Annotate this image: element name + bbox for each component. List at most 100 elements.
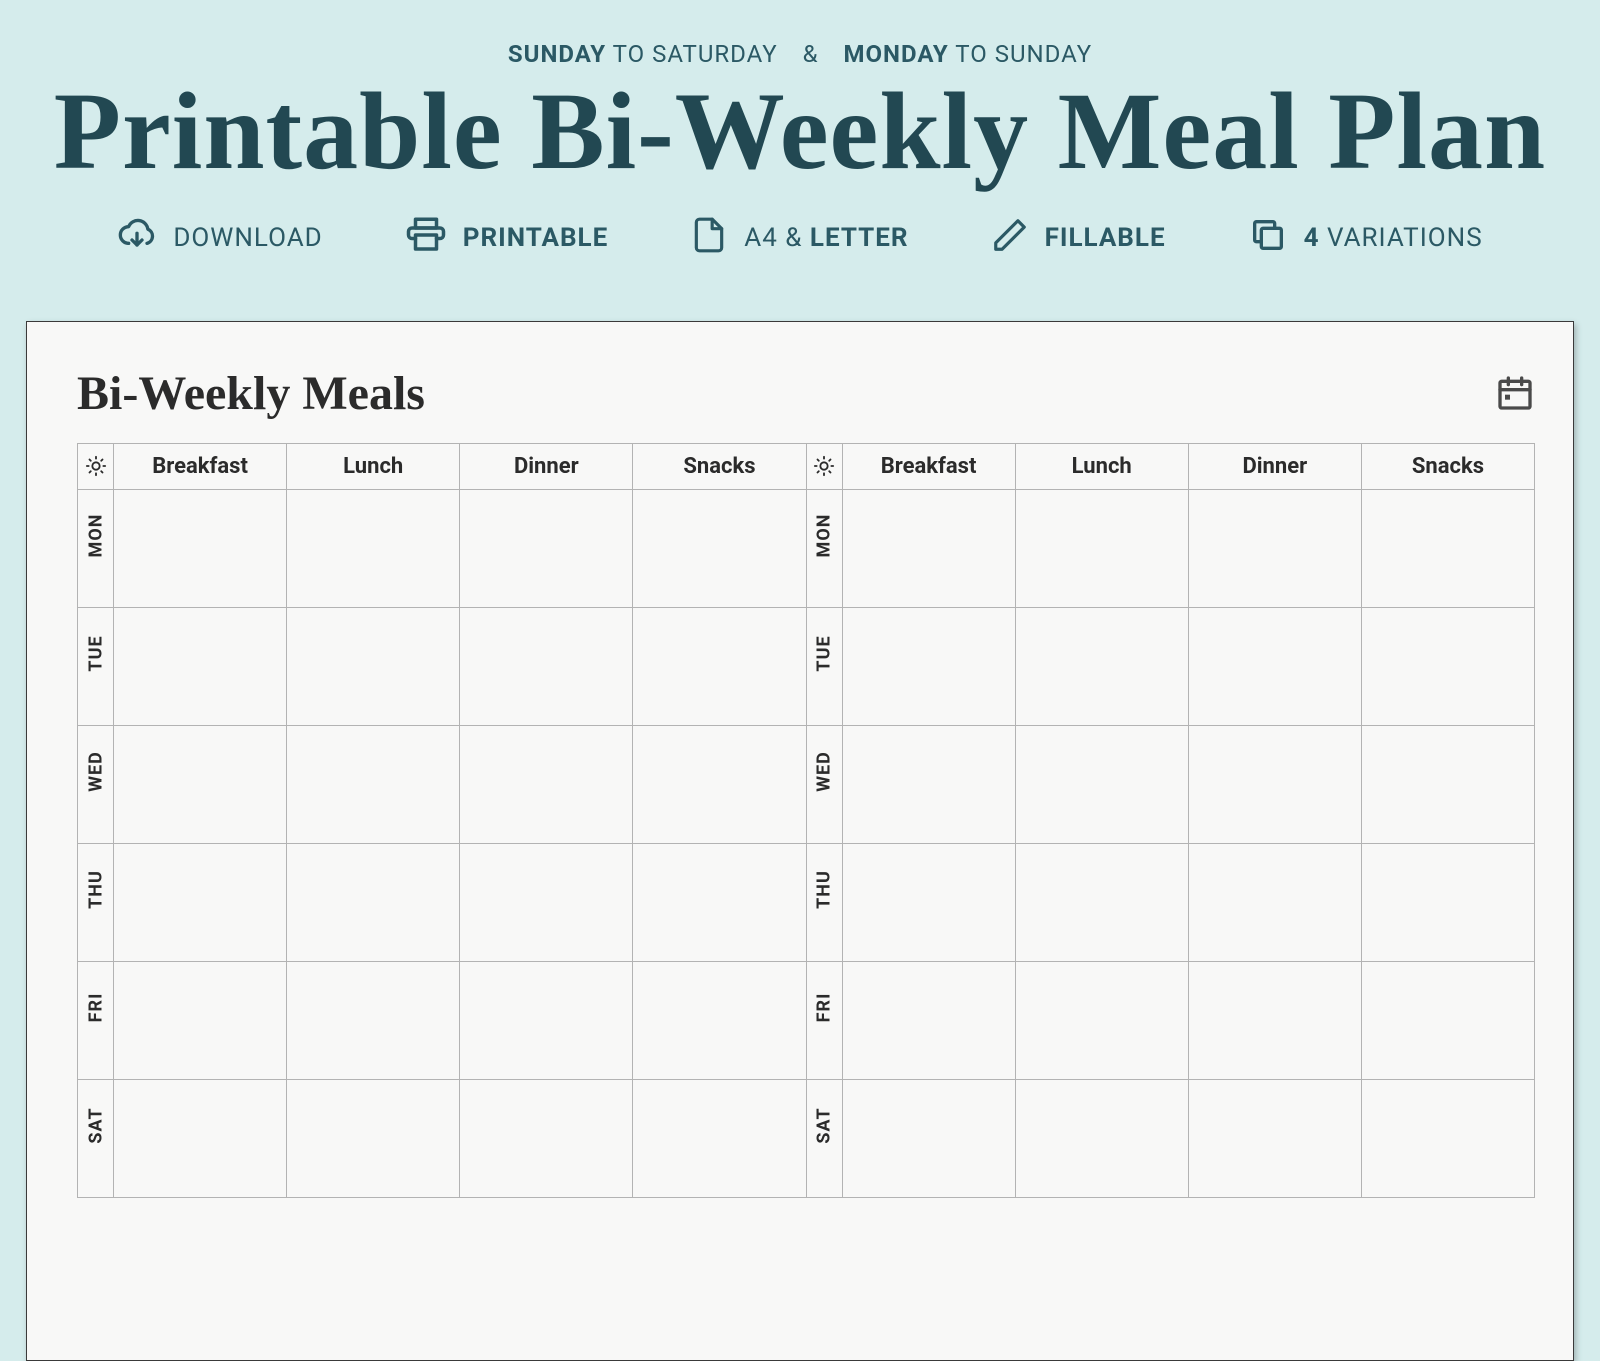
cell[interactable]	[287, 725, 460, 843]
feature-variations-label: VARIATIONS	[1327, 223, 1483, 253]
cell[interactable]	[1361, 961, 1534, 1079]
feature-variations: 4 VARIATIONS	[1248, 215, 1483, 262]
cell[interactable]	[1015, 961, 1188, 1079]
cell[interactable]	[633, 725, 806, 843]
cell[interactable]	[287, 843, 460, 961]
cell[interactable]	[1188, 843, 1361, 961]
cell[interactable]	[114, 961, 287, 1079]
sheet-title: Bi-Weekly Meals	[77, 366, 425, 421]
cell[interactable]	[1361, 607, 1534, 725]
cell[interactable]	[633, 489, 806, 607]
cell[interactable]	[1361, 725, 1534, 843]
cell[interactable]	[842, 489, 1015, 607]
row-fri: FRI FRI	[78, 961, 1535, 1079]
cell[interactable]	[460, 607, 633, 725]
cell[interactable]	[633, 843, 806, 961]
col-lunch-1: Lunch	[287, 443, 460, 489]
col-lunch-2: Lunch	[1015, 443, 1188, 489]
col-snacks-1: Snacks	[633, 443, 806, 489]
feature-a4-label: A4 &	[744, 223, 802, 253]
cell[interactable]	[842, 1079, 1015, 1197]
cell[interactable]	[1188, 489, 1361, 607]
cell[interactable]	[287, 961, 460, 1079]
feature-a4-letter: A4 & LETTER	[690, 216, 908, 261]
feature-letter-label: LETTER	[810, 223, 909, 253]
day-fri-2: FRI	[806, 961, 842, 1079]
day-fri-1: FRI	[78, 961, 114, 1079]
cell[interactable]	[1188, 725, 1361, 843]
tagline-sunday: SUNDAY	[508, 40, 606, 68]
feature-fillable: FILLABLE	[991, 216, 1166, 261]
cell[interactable]	[114, 607, 287, 725]
day-wed-1: WED	[78, 725, 114, 843]
pencil-icon	[991, 216, 1029, 261]
day-sat-1: SAT	[78, 1079, 114, 1197]
cell[interactable]	[460, 489, 633, 607]
row-thu: THU THU	[78, 843, 1535, 961]
feature-download-label: DOWNLOAD	[173, 223, 322, 253]
tagline: SUNDAY TO SATURDAY & MONDAY TO SUNDAY	[0, 40, 1600, 68]
cell[interactable]	[114, 1079, 287, 1197]
calendar-icon	[1495, 373, 1535, 413]
feature-variations-count: 4	[1304, 223, 1320, 253]
cell[interactable]	[460, 961, 633, 1079]
cell[interactable]	[633, 1079, 806, 1197]
col-breakfast-1: Breakfast	[114, 443, 287, 489]
page-title: Printable Bi-Weekly Meal Plan	[0, 74, 1600, 190]
day-sat-2: SAT	[806, 1079, 842, 1197]
day-thu-1: THU	[78, 843, 114, 961]
cell[interactable]	[1188, 607, 1361, 725]
sun-icon-header-1	[78, 443, 114, 489]
copy-icon	[1248, 215, 1288, 262]
print-icon	[405, 214, 447, 263]
cell[interactable]	[287, 1079, 460, 1197]
col-dinner-2: Dinner	[1188, 443, 1361, 489]
tagline-to-saturday: TO SATURDAY	[613, 40, 778, 68]
cell[interactable]	[1188, 1079, 1361, 1197]
cell[interactable]	[1361, 489, 1534, 607]
cell[interactable]	[842, 961, 1015, 1079]
cell[interactable]	[114, 843, 287, 961]
feature-download: DOWNLOAD	[117, 215, 322, 262]
day-mon-1: MON	[78, 489, 114, 607]
header-row: Breakfast Lunch Dinner Snacks Breakfa	[78, 443, 1535, 489]
row-tue: TUE TUE	[78, 607, 1535, 725]
cell[interactable]	[1361, 1079, 1534, 1197]
cell[interactable]	[287, 489, 460, 607]
day-wed-2: WED	[806, 725, 842, 843]
cell[interactable]	[287, 607, 460, 725]
cell[interactable]	[460, 1079, 633, 1197]
cell[interactable]	[1015, 489, 1188, 607]
row-sat: SAT SAT	[78, 1079, 1535, 1197]
tagline-to-sunday: TO SUNDAY	[955, 40, 1092, 68]
feature-row: DOWNLOAD PRINTABLE A4 & LETTER	[0, 214, 1600, 263]
cell[interactable]	[1015, 1079, 1188, 1197]
tagline-amp: &	[803, 40, 819, 68]
cell[interactable]	[1015, 843, 1188, 961]
col-breakfast-2: Breakfast	[842, 443, 1015, 489]
feature-printable: PRINTABLE	[405, 214, 609, 263]
cell[interactable]	[1015, 725, 1188, 843]
cell[interactable]	[114, 725, 287, 843]
cell[interactable]	[1015, 607, 1188, 725]
day-tue-2: TUE	[806, 607, 842, 725]
row-mon: MON MON	[78, 489, 1535, 607]
sun-icon-header-2	[806, 443, 842, 489]
day-tue-1: TUE	[78, 607, 114, 725]
cell[interactable]	[1361, 843, 1534, 961]
cell[interactable]	[633, 607, 806, 725]
cell[interactable]	[633, 961, 806, 1079]
cell[interactable]	[1188, 961, 1361, 1079]
cell[interactable]	[460, 725, 633, 843]
cell[interactable]	[842, 607, 1015, 725]
meal-plan-sheet: Bi-Weekly Meals	[26, 321, 1574, 1361]
cell[interactable]	[842, 725, 1015, 843]
tagline-monday: MONDAY	[844, 40, 949, 68]
day-mon-2: MON	[806, 489, 842, 607]
feature-fillable-label: FILLABLE	[1045, 223, 1166, 253]
meal-grid: Breakfast Lunch Dinner Snacks Breakfa	[77, 443, 1535, 1198]
cell[interactable]	[842, 843, 1015, 961]
cell[interactable]	[114, 489, 287, 607]
page-icon	[690, 216, 728, 261]
cell[interactable]	[460, 843, 633, 961]
